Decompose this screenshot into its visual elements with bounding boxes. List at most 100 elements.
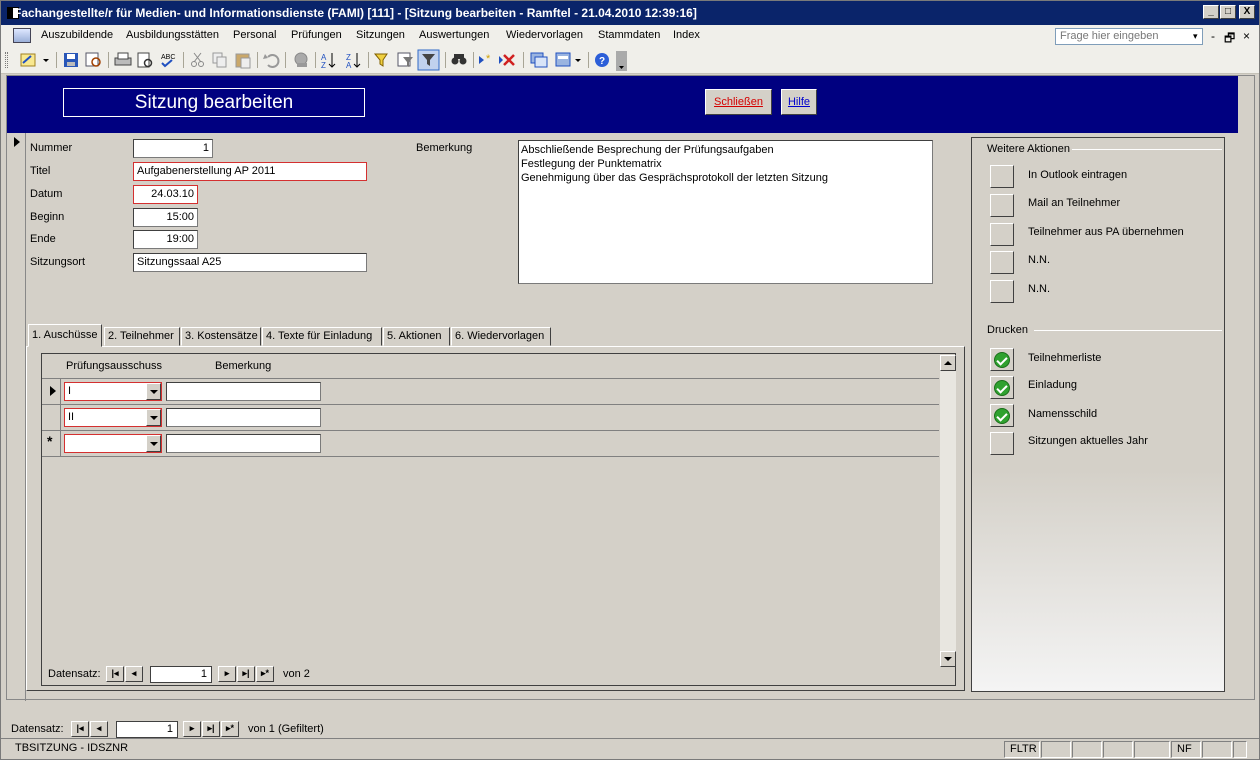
- close-form-button[interactable]: Schließen: [705, 89, 772, 115]
- mail-teilnehmer-button[interactable]: [990, 194, 1014, 217]
- toolbar: ABC AZ ZA * ?: [1, 47, 1259, 74]
- next-record-icon[interactable]: ▸: [218, 666, 236, 682]
- filter-selection-icon: [373, 53, 388, 67]
- subform-ausschuesse: Prüfungsausschuss Bemerkung I II * Daten…: [41, 353, 956, 686]
- outlook-button[interactable]: [990, 165, 1014, 188]
- nummer-field[interactable]: 1: [133, 139, 213, 158]
- svg-text:Z: Z: [321, 61, 326, 70]
- ausschuss-combo[interactable]: II: [64, 408, 162, 427]
- application-window: Fachangestellte/r für Medien- und Inform…: [0, 0, 1260, 760]
- check-icon: [994, 352, 1010, 368]
- ask-dropdown-icon[interactable]: ▾: [1193, 31, 1198, 42]
- nn-button-1[interactable]: [990, 251, 1014, 274]
- form-header: Sitzung bearbeiten Schließen Hilfe: [7, 76, 1238, 133]
- status-panel: [1041, 741, 1071, 758]
- record-selector[interactable]: [7, 133, 26, 701]
- help-icon: ?: [595, 53, 609, 67]
- check-icon: [994, 380, 1010, 396]
- menu-ausbildungsstaetten[interactable]: Ausbildungsstätten: [126, 29, 219, 41]
- last-record-icon[interactable]: ▸|: [202, 721, 220, 737]
- table-row[interactable]: II: [42, 405, 939, 431]
- form-sitzung: Sitzung bearbeiten Schließen Hilfe Numme…: [6, 75, 1255, 701]
- ende-field[interactable]: 19:00: [133, 230, 198, 249]
- teilnehmer-uebernehmen-button[interactable]: [990, 223, 1014, 246]
- nn-button-2[interactable]: [990, 280, 1014, 303]
- ask-question-input[interactable]: Frage hier eingeben: [1055, 28, 1203, 45]
- tab-ausschuesse[interactable]: 1. Auschüsse: [28, 324, 102, 347]
- print-teilnehmerliste-button[interactable]: [990, 348, 1014, 371]
- row-bemerkung-field[interactable]: [166, 408, 321, 427]
- menu-wiedervorlagen[interactable]: Wiedervorlagen: [506, 29, 583, 41]
- menu-personal[interactable]: Personal: [233, 29, 276, 41]
- print-sitzungen-jahr-button[interactable]: [990, 432, 1014, 455]
- ausschuss-value: II: [68, 411, 75, 423]
- tab-teilnehmer[interactable]: 2. Teilnehmer: [104, 327, 180, 346]
- print-einladung-button[interactable]: [990, 376, 1014, 399]
- titel-label: Titel: [30, 165, 51, 177]
- table-row-new[interactable]: *: [42, 431, 939, 457]
- menu-stammdaten[interactable]: Stammdaten: [598, 29, 660, 41]
- resize-grip-icon[interactable]: [1233, 741, 1247, 758]
- new-object-icon: [555, 52, 581, 67]
- status-panel: [1103, 741, 1133, 758]
- tab-kostensaetze[interactable]: 3. Kostensätze: [181, 327, 261, 346]
- titel-field[interactable]: Aufgabenerstellung AP 2011: [133, 162, 367, 181]
- scroll-down-icon[interactable]: [940, 651, 956, 667]
- mdi-close-button[interactable]: ×: [1243, 29, 1250, 43]
- tab-wiedervorlagen[interactable]: 6. Wiedervorlagen: [451, 327, 551, 346]
- row-selector[interactable]: [42, 405, 61, 430]
- minimize-button[interactable]: _: [1203, 5, 1219, 19]
- maximize-button[interactable]: □: [1220, 5, 1236, 19]
- menu-sitzungen[interactable]: Sitzungen: [356, 29, 405, 41]
- menu-auszubildende[interactable]: Auszubildende: [41, 29, 113, 41]
- row-selector[interactable]: *: [42, 431, 61, 456]
- scroll-up-icon[interactable]: [940, 355, 956, 371]
- datum-field[interactable]: 24.03.10: [133, 185, 198, 204]
- beginn-field[interactable]: 15:00: [133, 208, 198, 227]
- menu-index[interactable]: Index: [673, 29, 700, 41]
- ausschuss-value: I: [68, 385, 72, 397]
- first-record-icon[interactable]: |◂: [106, 666, 124, 682]
- ausschuss-combo[interactable]: [64, 434, 162, 453]
- chevron-down-icon[interactable]: [146, 435, 161, 452]
- mdi-minimize-button[interactable]: -: [1211, 29, 1215, 43]
- tab-texte-einladung[interactable]: 4. Texte für Einladung: [262, 327, 382, 346]
- close-window-button[interactable]: X: [1239, 5, 1255, 19]
- new-record-nav-icon[interactable]: ▸*: [221, 721, 239, 737]
- nn-label-2: N.N.: [1028, 283, 1050, 295]
- prev-record-icon[interactable]: ◂: [125, 666, 143, 682]
- save-icon: [64, 53, 78, 67]
- help-button[interactable]: Hilfe: [781, 89, 817, 115]
- subform-record-number[interactable]: 1: [150, 666, 212, 683]
- search-db-icon: [85, 52, 101, 67]
- nn-label-1: N.N.: [1028, 254, 1050, 266]
- sitzungsort-field[interactable]: Sitzungssaal A25: [133, 253, 367, 272]
- ausschuss-combo[interactable]: I: [64, 382, 162, 401]
- apply-filter-icon: [417, 49, 440, 71]
- current-row-arrow-icon: [50, 386, 56, 396]
- next-record-icon[interactable]: ▸: [183, 721, 201, 737]
- last-record-icon[interactable]: ▸|: [237, 666, 255, 682]
- vertical-scrollbar[interactable]: [940, 355, 956, 667]
- row-bemerkung-field[interactable]: [166, 434, 321, 453]
- group-divider: [1072, 149, 1222, 150]
- row-bemerkung-field[interactable]: [166, 382, 321, 401]
- database-window-icon: [530, 52, 548, 68]
- chevron-down-icon[interactable]: [146, 409, 161, 426]
- row-selector[interactable]: [42, 379, 61, 404]
- bemerkung-line: Genehmigung über das Gesprächsprotokoll …: [521, 172, 828, 184]
- bemerkung-textarea[interactable]: Abschließende Besprechung der Prüfungsau…: [518, 140, 933, 284]
- tab-aktionen[interactable]: 5. Aktionen: [383, 327, 450, 346]
- chevron-down-icon[interactable]: [146, 383, 161, 400]
- first-record-icon[interactable]: |◂: [71, 721, 89, 737]
- main-record-number[interactable]: 1: [116, 721, 178, 738]
- svg-text:*: *: [486, 53, 491, 65]
- menu-pruefungen[interactable]: Prüfungen: [291, 29, 342, 41]
- table-row[interactable]: I: [42, 379, 939, 405]
- new-record-nav-icon[interactable]: ▸*: [256, 666, 274, 682]
- print-preview-icon: [137, 52, 153, 68]
- form-menu-icon[interactable]: [13, 28, 31, 43]
- print-namensschild-button[interactable]: [990, 404, 1014, 427]
- prev-record-icon[interactable]: ◂: [90, 721, 108, 737]
- menu-auswertungen[interactable]: Auswertungen: [419, 29, 489, 41]
